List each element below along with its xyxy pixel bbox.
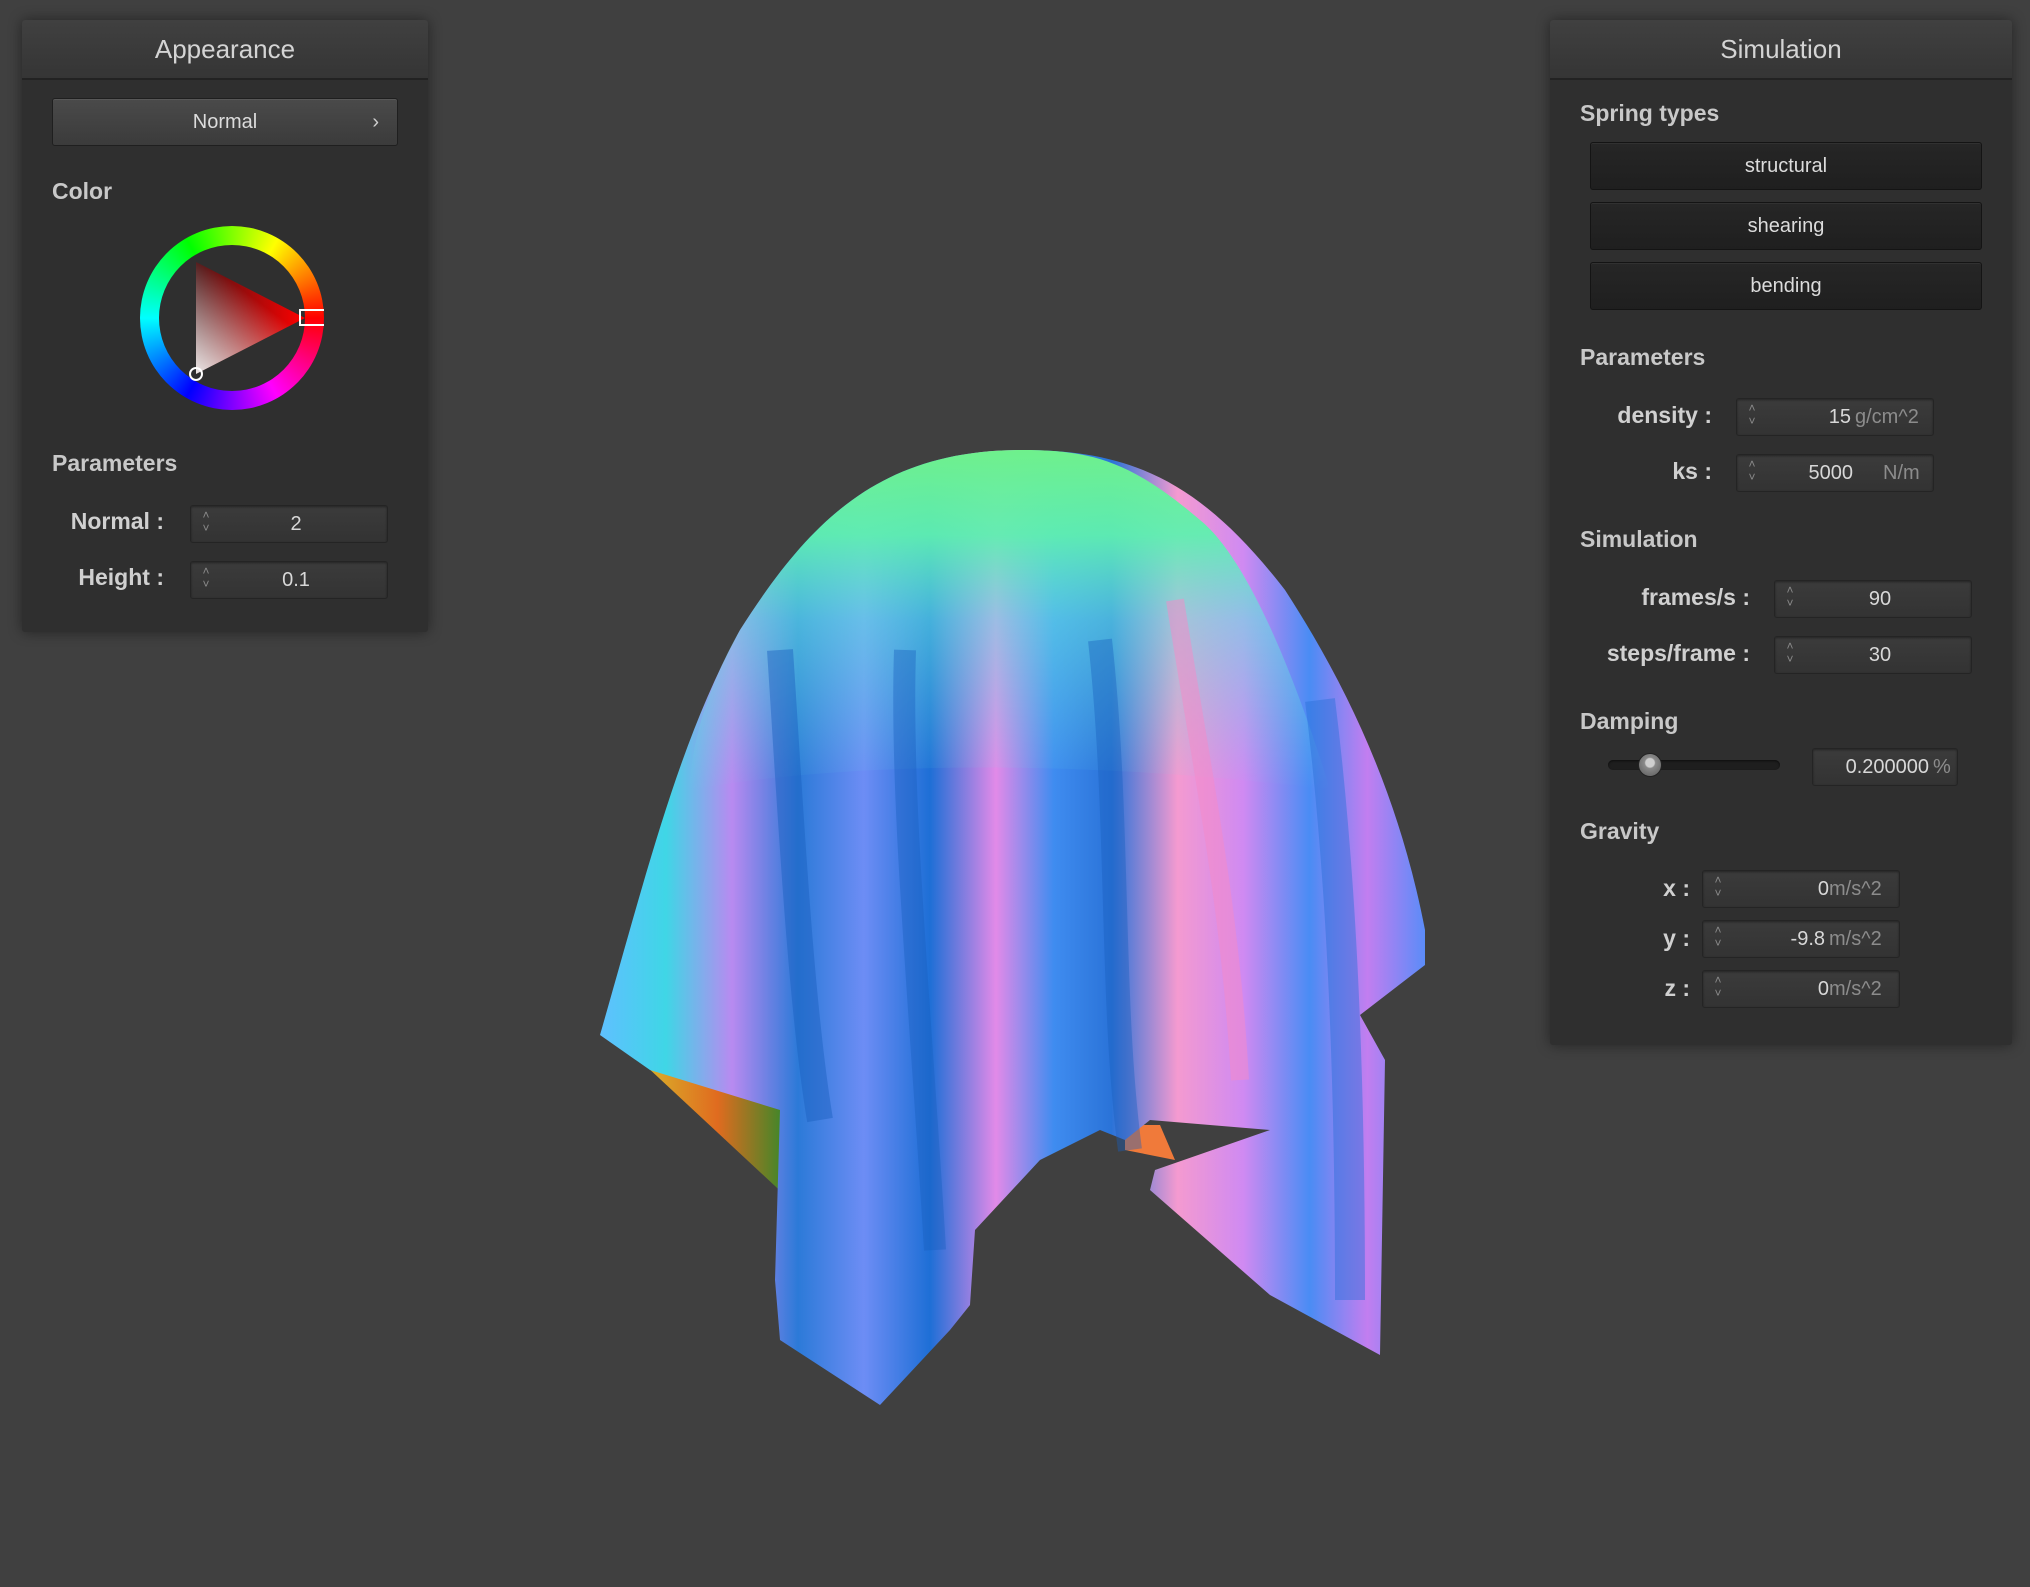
steps-per-frame-field[interactable]: ˄ ˅ 30 [1774, 636, 1972, 674]
gravity-x-field[interactable]: ˄ ˅ 0 m/s^2 [1702, 870, 1900, 908]
simulation-panel-title[interactable]: Simulation [1550, 20, 2012, 80]
steps-per-frame-label: steps/frame : [1606, 640, 1750, 666]
spinner-arrows-icon[interactable]: ˄ ˅ [1745, 402, 1759, 432]
shearing-toggle-button[interactable]: shearing [1590, 202, 1982, 250]
parameters-section-label: Parameters [1580, 344, 1706, 370]
appearance-panel-title[interactable]: Appearance [22, 20, 428, 80]
gravity-x-label: x : [1663, 875, 1690, 901]
spring-types-label: Spring types [1580, 100, 1720, 126]
simulation-panel: Simulation Spring types structural shear… [1550, 20, 2012, 1045]
ks-number-field[interactable]: ˄ ˅ 5000 N/m [1736, 454, 1934, 492]
color-wheel[interactable] [140, 226, 324, 410]
frames-per-second-label: frames/s : [1641, 584, 1750, 610]
spinner-arrows-icon[interactable]: ˄ ˅ [199, 565, 213, 595]
ks-field-label: ks : [1672, 458, 1712, 484]
shader-popup-label: Normal [192, 111, 258, 133]
damping-slider[interactable] [1608, 760, 1780, 770]
spinner-arrows-icon[interactable]: ˄ ˅ [1711, 874, 1725, 904]
damping-value-field[interactable]: 0.200000 % [1812, 748, 1958, 786]
normal-number-field[interactable]: ˄ ˅ 2 [190, 505, 388, 543]
chevron-right-icon: › [372, 111, 379, 133]
simulation-section-label: Simulation [1580, 526, 1698, 552]
height-field-label: Height : [78, 564, 164, 590]
gravity-z-label: z : [1664, 975, 1690, 1001]
density-field-label: density : [1617, 402, 1712, 428]
spinner-arrows-icon[interactable]: ˄ ˅ [1783, 584, 1797, 614]
spinner-arrows-icon[interactable]: ˄ ˅ [1711, 924, 1725, 954]
height-number-field[interactable]: ˄ ˅ 0.1 [190, 561, 388, 599]
shader-popup-button[interactable]: Normal › [52, 98, 398, 146]
spinner-arrows-icon[interactable]: ˄ ˅ [1711, 974, 1725, 1004]
frames-per-second-field[interactable]: ˄ ˅ 90 [1774, 580, 1972, 618]
normal-field-label: Normal : [70, 508, 164, 534]
spinner-arrows-icon[interactable]: ˄ ˅ [1745, 458, 1759, 488]
spinner-arrows-icon[interactable]: ˄ ˅ [1783, 640, 1797, 670]
parameters-section-label: Parameters [52, 450, 178, 476]
damping-section-label: Damping [1580, 708, 1679, 734]
color-triangle[interactable] [140, 226, 324, 410]
gravity-y-label: y : [1663, 925, 1690, 951]
gravity-z-field[interactable]: ˄ ˅ 0 m/s^2 [1702, 970, 1900, 1008]
bending-toggle-button[interactable]: bending [1590, 262, 1982, 310]
appearance-panel: Appearance Normal › Color Parameters Nor… [22, 20, 428, 632]
structural-toggle-button[interactable]: structural [1590, 142, 1982, 190]
gravity-y-field[interactable]: ˄ ˅ -9.8 m/s^2 [1702, 920, 1900, 958]
damping-slider-knob[interactable] [1638, 753, 1662, 777]
density-number-field[interactable]: ˄ ˅ 15 g/cm^2 [1736, 398, 1934, 436]
spinner-arrows-icon[interactable]: ˄ ˅ [199, 509, 213, 539]
gravity-section-label: Gravity [1580, 818, 1660, 844]
color-section-label: Color [52, 178, 113, 204]
